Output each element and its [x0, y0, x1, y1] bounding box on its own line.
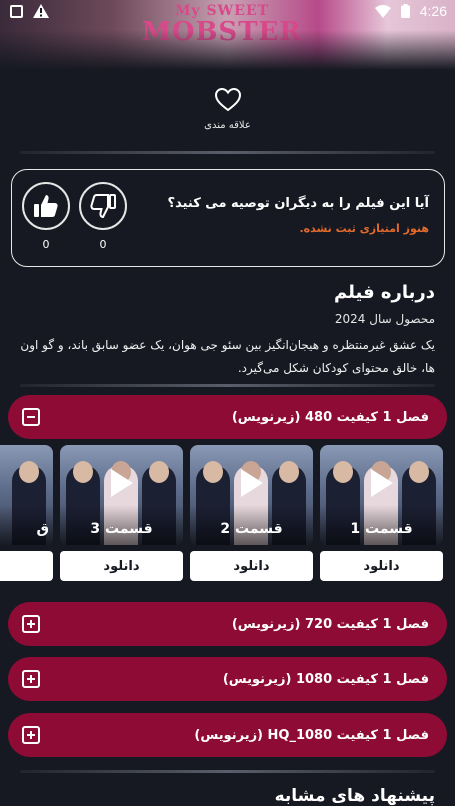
collapse-icon[interactable]: [22, 408, 40, 426]
episode-name: قسمت 2: [220, 521, 283, 537]
episode-thumbnail[interactable]: ق: [0, 445, 53, 545]
episode-thumbnail[interactable]: قسمت 2: [190, 445, 313, 545]
like-count: 0: [42, 238, 50, 251]
episode-card[interactable]: ق: [0, 445, 53, 581]
battery-icon: [400, 4, 410, 18]
status-time: 4:26: [419, 3, 447, 19]
status-bar: 4:26: [0, 0, 455, 22]
episode-thumbnail[interactable]: قسمت 3: [60, 445, 183, 545]
like-button[interactable]: [22, 182, 70, 230]
warning-icon: [33, 4, 49, 18]
season-1080-header[interactable]: فصل 1 کیفیت 1080 (زیرنویس): [8, 657, 447, 701]
episodes-list: قسمت 1 دانلود قسمت 2 دانلود قسمت 3 دانلو…: [0, 445, 455, 585]
season-label: فصل 1 کیفیت HQ_1080 (زیرنویس): [194, 727, 429, 743]
season-hq1080-header[interactable]: فصل 1 کیفیت HQ_1080 (زیرنویس): [8, 713, 447, 757]
expand-icon[interactable]: [22, 615, 40, 633]
episode-card[interactable]: قسمت 3 دانلود: [60, 445, 183, 581]
dislike-button[interactable]: [79, 182, 127, 230]
about-description: یک عشق غیرمنتظره و هیجان‌انگیز بین سئو ج…: [20, 338, 435, 375]
download-button[interactable]: دانلود: [60, 551, 183, 581]
season-720-header[interactable]: فصل 1 کیفیت 720 (زیرنویس): [8, 602, 447, 646]
episode-card[interactable]: قسمت 1 دانلود: [320, 445, 443, 581]
no-rating-text: هنوز امتیازی ثبت نشده.: [299, 222, 429, 235]
hero-fade: [0, 30, 455, 70]
dislike-count: 0: [99, 238, 107, 251]
download-button[interactable]: [0, 551, 53, 581]
season-label: فصل 1 کیفیت 720 (زیرنویس): [231, 616, 429, 632]
status-right: 4:26: [374, 3, 447, 19]
divider: [20, 151, 435, 154]
heart-icon[interactable]: [214, 87, 241, 112]
season-480-header[interactable]: فصل 1 کیفیت 480 (زیرنویس): [8, 395, 447, 439]
episode-thumbnail[interactable]: قسمت 1: [320, 445, 443, 545]
play-icon[interactable]: [370, 469, 393, 497]
status-left: [10, 4, 49, 18]
expand-icon[interactable]: [22, 670, 40, 688]
episode-card[interactable]: قسمت 2 دانلود: [190, 445, 313, 581]
favorite-section: علاقه مندی: [0, 87, 455, 131]
recommend-question: آیا این فیلم را به دیگران توصیه می کنید؟: [167, 196, 429, 211]
divider: [20, 384, 435, 387]
thumbs-up-icon: [34, 195, 58, 217]
episode-name: قسمت 1: [350, 521, 413, 537]
about-year: محصول سال 2024: [334, 312, 435, 326]
thumbs-down-icon: [90, 194, 116, 219]
wifi-icon: [374, 4, 391, 18]
download-button[interactable]: دانلود: [320, 551, 443, 581]
episode-name: ق: [36, 521, 49, 537]
season-label: فصل 1 کیفیت 1080 (زیرنویس): [222, 671, 429, 687]
expand-icon[interactable]: [22, 726, 40, 744]
season-label: فصل 1 کیفیت 480 (زیرنویس): [231, 409, 429, 425]
divider: [20, 770, 435, 773]
recommend-card: 0 0 آیا این فیلم را به دیگران توصیه می ک…: [11, 169, 445, 267]
about-title: درباره فیلم: [334, 282, 435, 303]
favorite-label: علاقه مندی: [204, 120, 251, 131]
notification-square-icon: [10, 4, 23, 18]
download-button[interactable]: دانلود: [190, 551, 313, 581]
play-icon[interactable]: [240, 469, 263, 497]
similar-title: پیشنهاد های مشابه: [274, 786, 435, 806]
play-icon[interactable]: [110, 469, 133, 497]
episode-name: قسمت 3: [90, 521, 153, 537]
